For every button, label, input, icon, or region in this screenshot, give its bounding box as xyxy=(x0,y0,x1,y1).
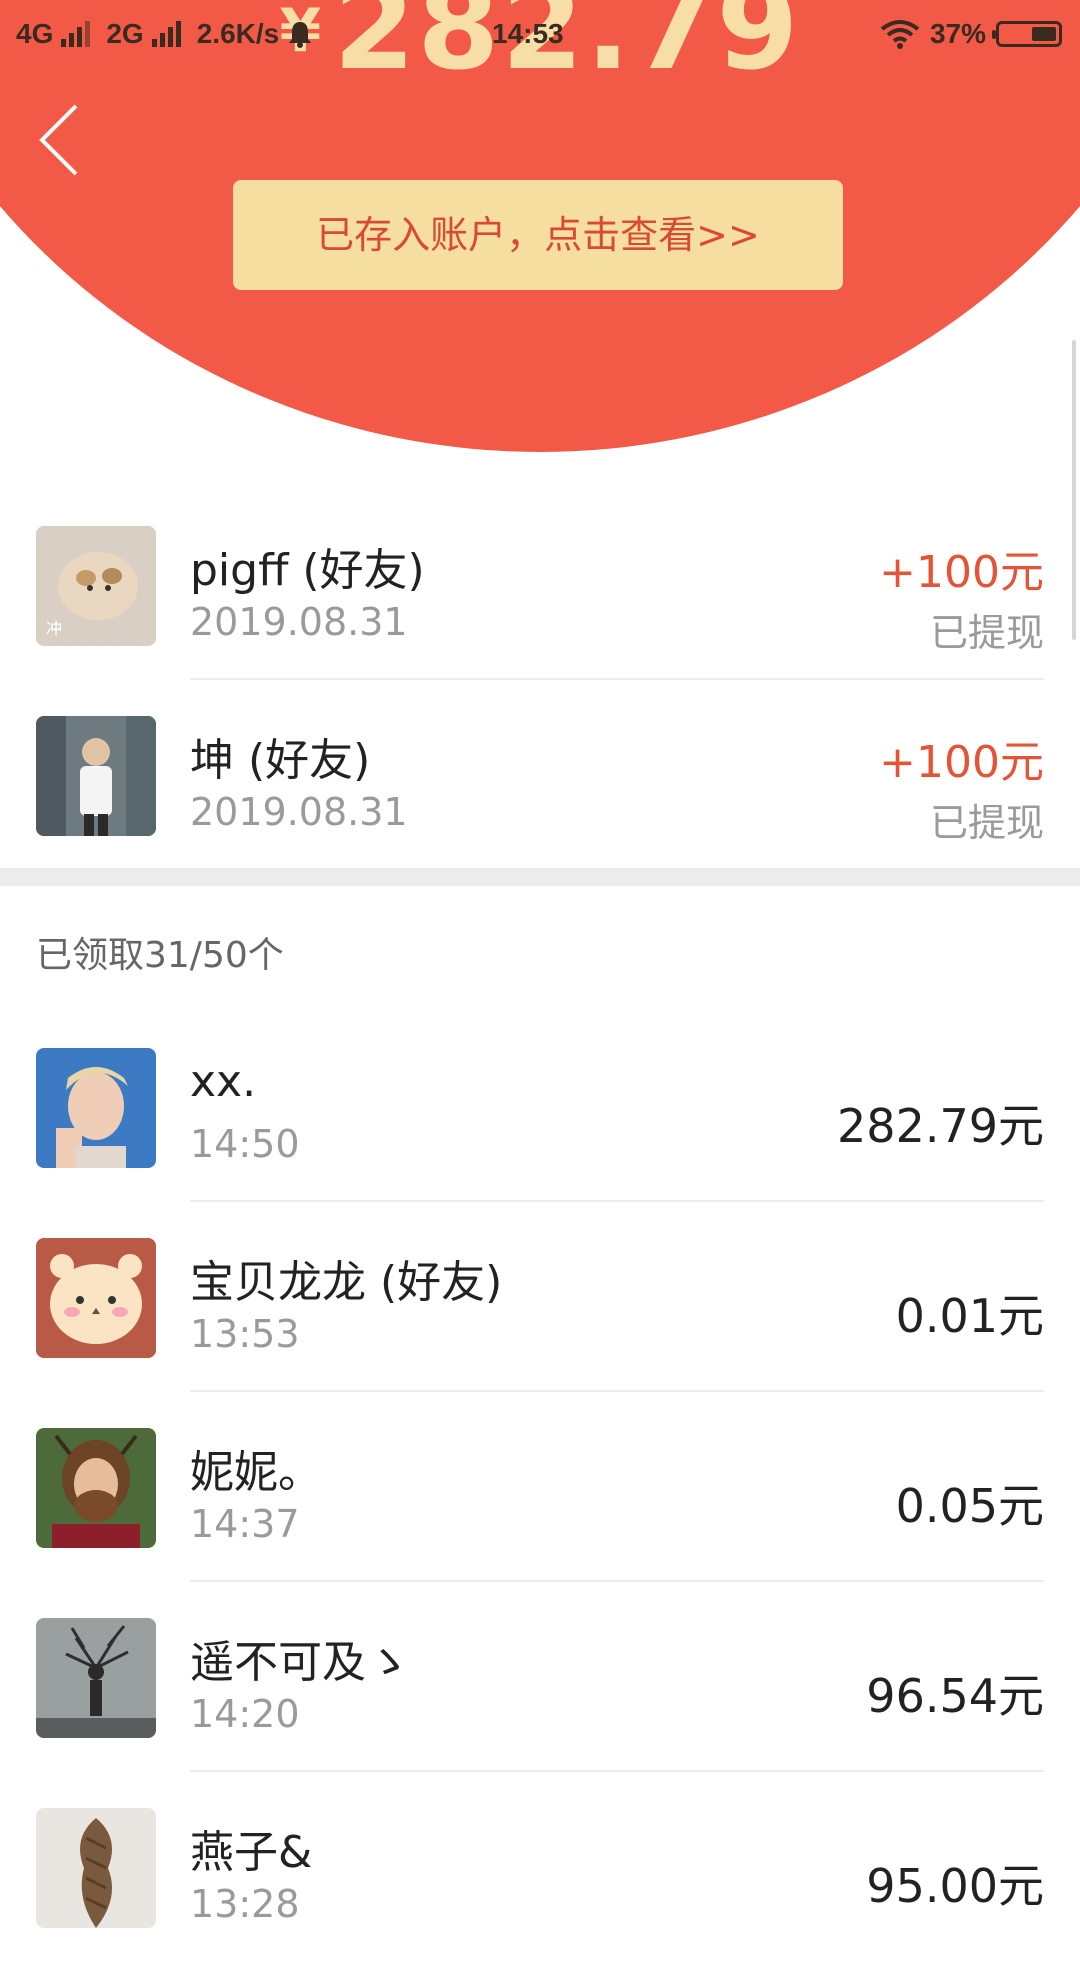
section-divider xyxy=(0,868,1080,886)
claim-time: 14:50 xyxy=(190,1122,300,1166)
list-item[interactable]: 坤 (好友) 2019.08.31 +100元 已提现 xyxy=(0,680,1080,870)
date: 2019.08.31 xyxy=(190,790,408,834)
claimer-name: xx. xyxy=(190,1056,257,1107)
status-bar: 4G 2G 2.6K/s 14:53 37% xyxy=(0,0,1080,72)
amount: +100元 xyxy=(879,737,1044,788)
claim-time: 14:37 xyxy=(190,1502,300,1546)
wifi-icon xyxy=(880,20,920,49)
network-2g-label: 2G xyxy=(106,18,144,49)
view-account-button[interactable]: 已存入账户，点击查看>> xyxy=(233,180,843,290)
avatar: 冲 xyxy=(36,526,156,646)
avatar xyxy=(36,716,156,836)
list-item[interactable]: 妮妮。 14:37 0.05元 xyxy=(0,1392,1080,1582)
avatar xyxy=(36,1808,156,1928)
avatar xyxy=(36,1428,156,1548)
claim-amount: 96.54元 xyxy=(866,1669,1044,1723)
list-item[interactable]: 燕子& 13:28 95.00元 xyxy=(0,1772,1080,1962)
claim-time: 13:28 xyxy=(190,1882,300,1926)
list-item[interactable]: 冲 pigff (好友) 2019.08.31 +100元 已提现 xyxy=(0,490,1080,680)
clock: 14:53 xyxy=(492,18,564,49)
claimer-name: 宝贝龙龙 (好友) xyxy=(190,1257,503,1308)
chevron-left-icon xyxy=(39,104,78,176)
avatar xyxy=(36,1048,156,1168)
claim-amount: 0.05元 xyxy=(895,1479,1044,1533)
claim-amount: 282.79元 xyxy=(837,1099,1044,1153)
claim-amount: 95.00元 xyxy=(866,1859,1044,1913)
date: 2019.08.31 xyxy=(190,600,408,644)
claimer-name: 燕子& xyxy=(190,1827,313,1878)
withdraw-status: 已提现 xyxy=(929,611,1044,655)
avatar xyxy=(36,1618,156,1738)
claim-time: 13:53 xyxy=(190,1312,300,1356)
back-button[interactable] xyxy=(34,100,94,180)
signal-icon xyxy=(151,21,181,47)
battery-percent: 37% xyxy=(929,18,986,49)
withdraw-status: 已提现 xyxy=(929,801,1044,845)
network-4g-label: 4G xyxy=(16,18,54,49)
svg-text:冲: 冲 xyxy=(46,619,62,638)
battery-icon xyxy=(992,21,1062,47)
amount: +100元 xyxy=(879,547,1044,598)
claimer-name: 遥不可及ゝ xyxy=(190,1637,410,1688)
red-envelope-header: ¥282.79 4G 2G 2.6K/s 14:53 37% 已存入账户， xyxy=(0,0,1080,452)
network-speed: 2.6K/s xyxy=(196,18,280,49)
claim-time: 14:20 xyxy=(190,1692,300,1736)
avatar xyxy=(36,1238,156,1358)
list-item[interactable]: 遥不可及ゝ 14:20 96.54元 xyxy=(0,1582,1080,1772)
list-item[interactable]: xx. 14:50 282.79元 xyxy=(0,1012,1080,1202)
list-item[interactable]: 宝贝龙龙 (好友) 13:53 0.01元 xyxy=(0,1202,1080,1392)
claim-amount: 0.01元 xyxy=(895,1289,1044,1343)
claimed-count: 已领取31/50个 xyxy=(36,935,284,976)
sender-name: pigff (好友) xyxy=(190,545,425,596)
notification-bell-icon xyxy=(289,22,312,48)
claimer-name: 妮妮。 xyxy=(190,1447,322,1498)
signal-icon xyxy=(61,21,91,47)
sender-name: 坤 (好友) xyxy=(190,735,371,786)
